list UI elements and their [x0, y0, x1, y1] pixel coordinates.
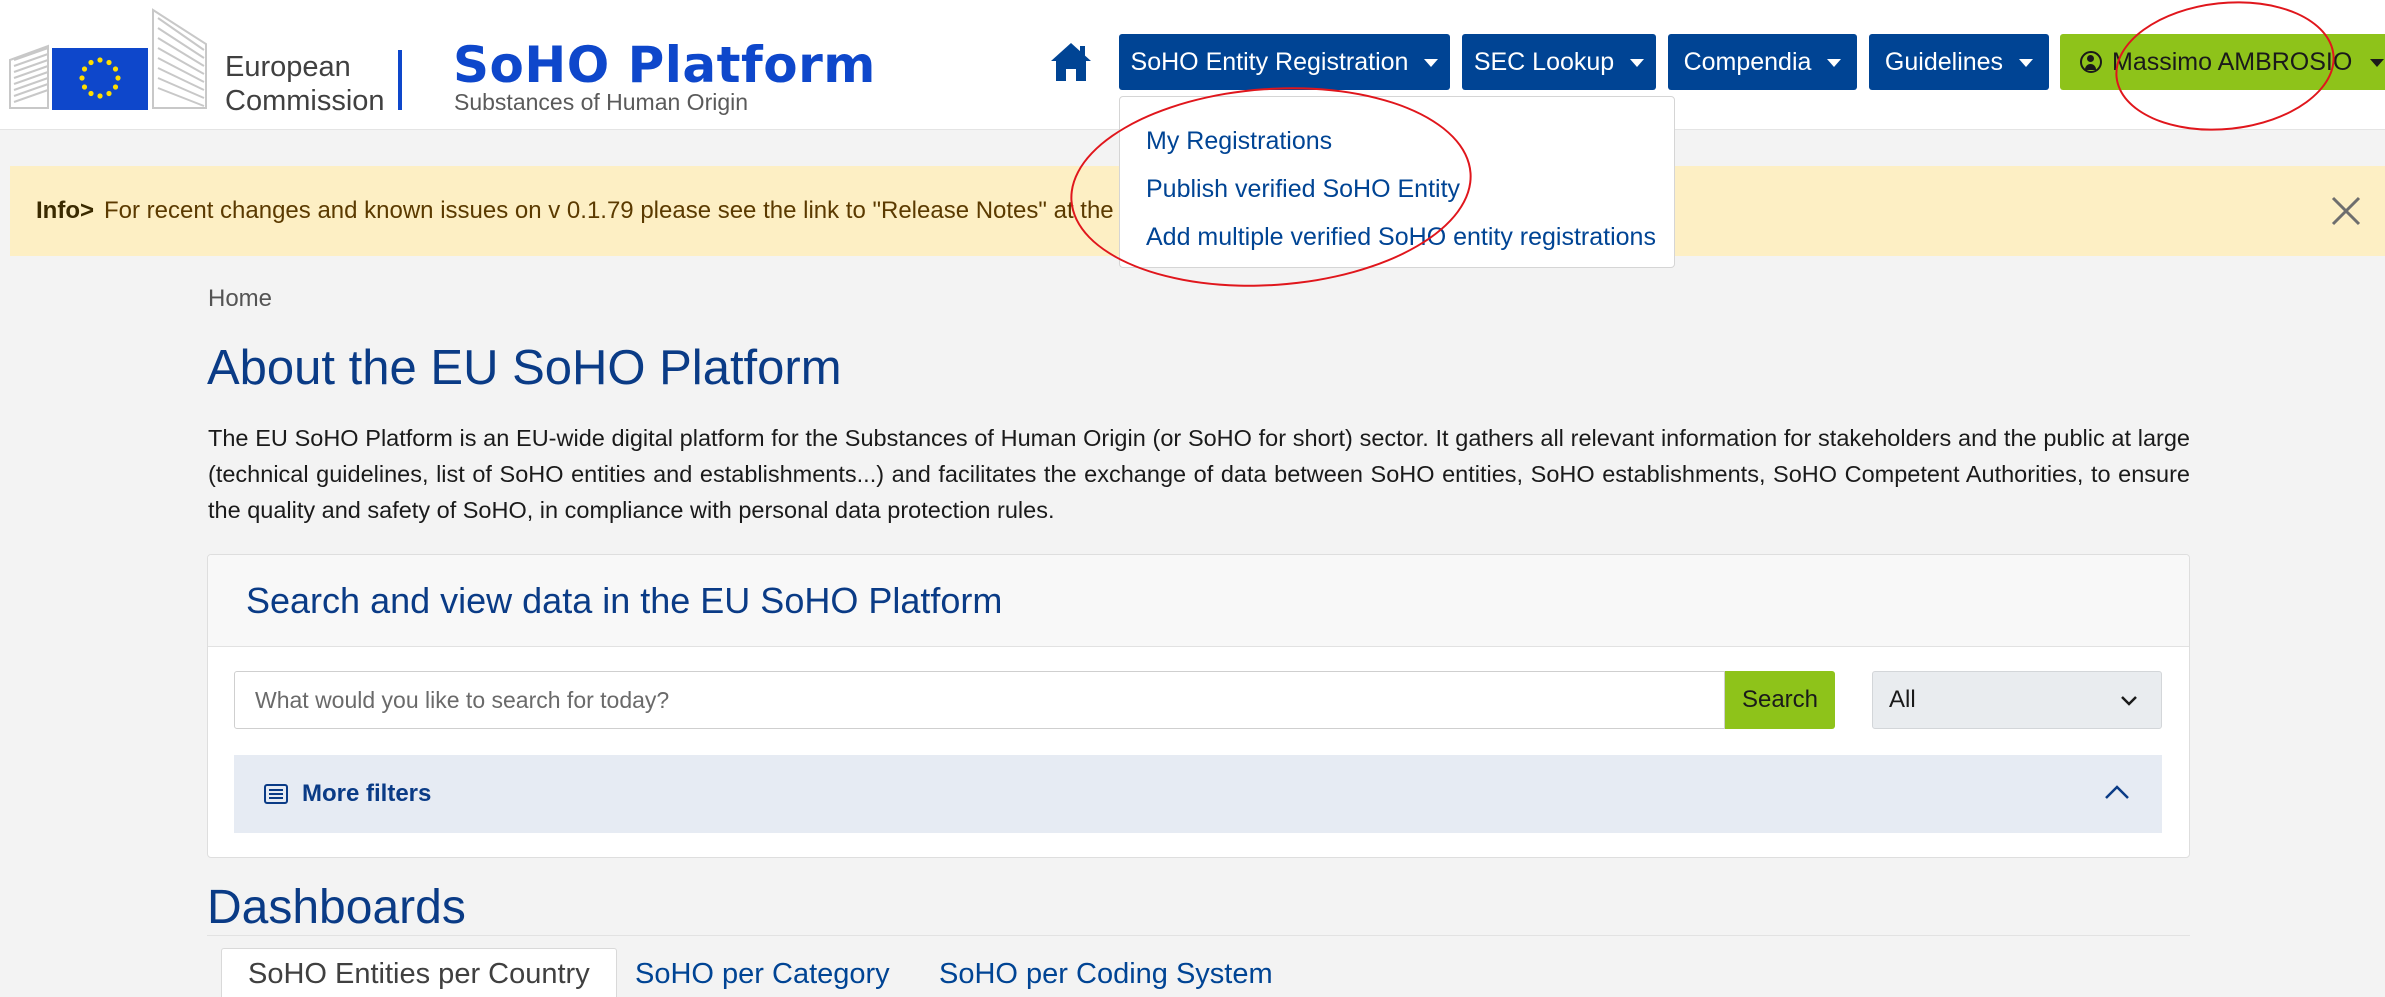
menu-item-my-registrations[interactable]: My Registrations: [1120, 117, 1674, 165]
info-text: For recent changes and known issues on v…: [104, 197, 1114, 224]
commission-name: European Commission: [225, 50, 385, 118]
nav-compendia[interactable]: Compendia: [1668, 34, 1857, 90]
nav-label: SEC Lookup: [1473, 47, 1615, 76]
caret-down-icon: [1630, 59, 1645, 67]
menu-item-publish-verified-entity[interactable]: Publish verified SoHO Entity: [1120, 165, 1674, 213]
user-name: Massimo AMBROSIO: [2112, 47, 2353, 76]
caret-down-icon: [1424, 59, 1439, 67]
search-button[interactable]: Search: [1725, 671, 1835, 729]
search-input[interactable]: [234, 671, 1725, 729]
dashboard-tabs: SoHO Entities per Country SoHO per Categ…: [207, 935, 2190, 997]
search-scope-select[interactable]: All: [1872, 671, 2162, 729]
nav-sec-lookup[interactable]: SEC Lookup: [1462, 34, 1656, 90]
caret-down-icon: [2019, 59, 2034, 67]
tab-per-coding-system[interactable]: SoHO per Coding System: [913, 948, 1299, 997]
search-card-title: Search and view data in the EU SoHO Plat…: [208, 555, 2189, 647]
search-card: Search and view data in the EU SoHO Plat…: [207, 554, 2190, 858]
more-filters-toggle[interactable]: More filters: [234, 755, 2162, 833]
logo-line-1: European: [225, 51, 351, 83]
user-menu-button[interactable]: Massimo AMBROSIO: [2060, 34, 2385, 90]
home-icon: [1051, 43, 1091, 81]
page-title: About the EU SoHO Platform: [207, 341, 842, 395]
brand-title[interactable]: SoHO Platform: [453, 36, 876, 94]
nav-guidelines[interactable]: Guidelines: [1869, 34, 2049, 90]
search-scope-value: All: [1889, 686, 1916, 713]
brand-subtitle: Substances of Human Origin: [454, 89, 749, 115]
chevron-down-icon: [2121, 696, 2137, 706]
breadcrumb[interactable]: Home: [208, 285, 272, 313]
registration-dropdown-menu: My Registrations Publish verified SoHO E…: [1119, 96, 1675, 268]
european-commission-logo[interactable]: [8, 8, 208, 113]
dashboards-title: Dashboards: [207, 881, 466, 934]
nav-label: Guidelines: [1884, 47, 2004, 76]
menu-item-add-multiple-registrations[interactable]: Add multiple verified SoHO entity regist…: [1120, 213, 1674, 261]
info-prefix: Info>: [36, 197, 94, 224]
more-filters-label: More filters: [302, 780, 432, 807]
logo-separator: [398, 50, 402, 110]
close-icon[interactable]: [2329, 194, 2363, 228]
nav-label: Compendia: [1683, 47, 1812, 76]
home-button[interactable]: [1040, 34, 1102, 90]
logo-line-2: Commission: [225, 85, 385, 117]
caret-down-icon: [1827, 59, 1842, 67]
user-circle-icon: [2080, 51, 2102, 73]
caret-down-icon: [2370, 59, 2385, 67]
intro-paragraph: The EU SoHO Platform is an EU-wide digit…: [208, 425, 2190, 523]
filter-list-icon: [264, 784, 288, 804]
tab-per-category[interactable]: SoHO per Category: [609, 948, 916, 997]
nav-label: SoHO Entity Registration: [1130, 47, 1409, 76]
nav-soho-entity-registration[interactable]: SoHO Entity Registration: [1119, 34, 1450, 90]
tab-entities-per-country[interactable]: SoHO Entities per Country: [221, 948, 617, 997]
chevron-up-icon: [2105, 785, 2129, 799]
